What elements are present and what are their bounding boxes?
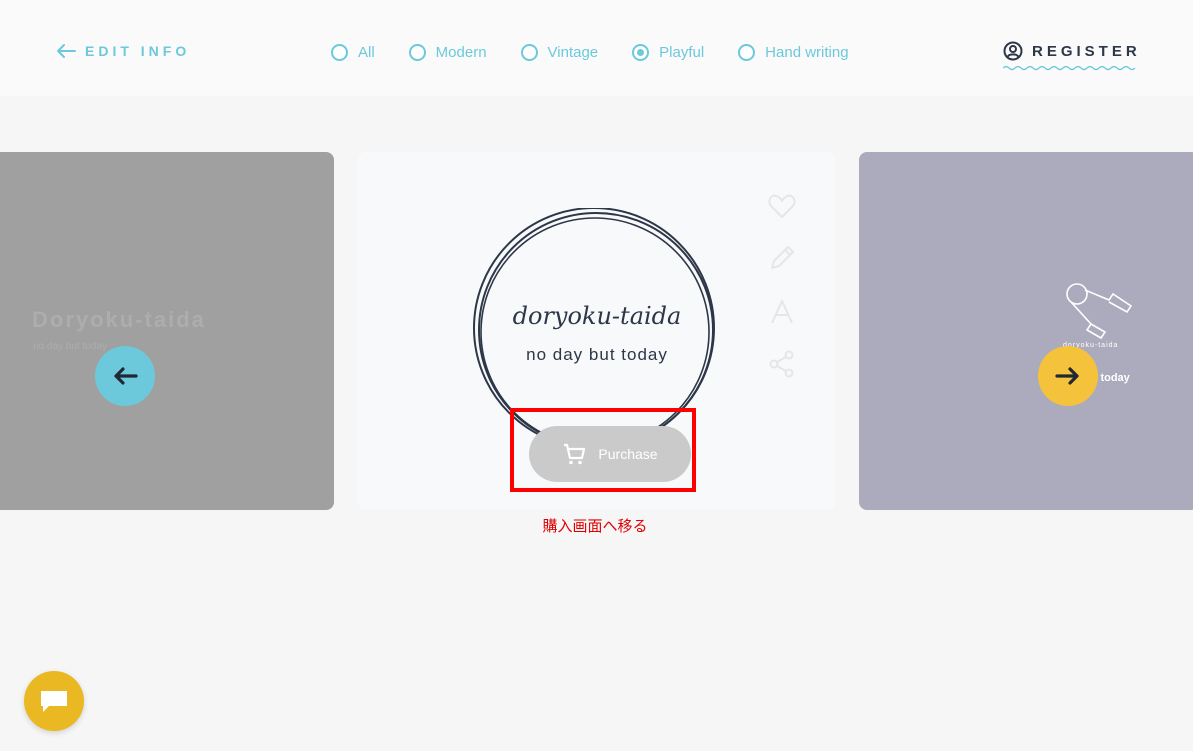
register-label: REGISTER bbox=[1032, 42, 1141, 60]
annotation-highlight-box bbox=[510, 408, 696, 492]
chat-button[interactable] bbox=[24, 671, 84, 731]
radio-all[interactable] bbox=[331, 43, 348, 61]
design-card-next[interactable]: doryoku-taida ut today bbox=[859, 152, 1193, 510]
stamp-subtitle: no day but today bbox=[526, 345, 668, 364]
edit-info-label: EDIT INFO bbox=[85, 43, 191, 59]
style-option-vintage[interactable]: Vintage bbox=[520, 43, 599, 61]
pencil-icon[interactable] bbox=[766, 242, 798, 274]
edit-info-link[interactable]: EDIT INFO bbox=[55, 40, 190, 62]
logo-graphic bbox=[0, 302, 12, 352]
previous-arrow-button[interactable] bbox=[95, 346, 155, 406]
radio-vintage[interactable] bbox=[520, 43, 538, 61]
stamp-title: doryoku-taida bbox=[512, 302, 682, 330]
radio-hand-writing[interactable] bbox=[738, 43, 756, 61]
style-option-label: Hand writing bbox=[765, 43, 849, 61]
style-option-hand-writing[interactable]: Hand writing bbox=[738, 43, 849, 61]
style-option-modern[interactable]: Modern bbox=[408, 43, 487, 61]
next-arrow-button[interactable] bbox=[1038, 346, 1098, 406]
style-option-label: Vintage bbox=[547, 43, 599, 61]
register-link[interactable]: REGISTER bbox=[1003, 40, 1141, 62]
arrow-left-icon bbox=[114, 367, 138, 385]
share-icon[interactable] bbox=[766, 348, 798, 380]
style-option-label: Playful bbox=[659, 43, 705, 61]
logo-graphic bbox=[1066, 283, 1133, 340]
arrow-left-icon bbox=[57, 44, 76, 58]
style-filter: All Modern Vintage Playful Hand writing bbox=[331, 40, 849, 64]
radio-playful[interactable] bbox=[632, 43, 650, 61]
card-title: Doryoku-taida bbox=[32, 307, 206, 332]
user-icon bbox=[1003, 41, 1023, 61]
arrow-right-icon bbox=[1055, 367, 1079, 385]
card-subtitle: no day but today bbox=[33, 341, 107, 352]
wave-underline bbox=[1003, 65, 1136, 71]
style-option-label: Modern bbox=[435, 43, 487, 61]
annotation-text: 購入画面へ移る bbox=[542, 518, 648, 535]
heart-icon[interactable] bbox=[766, 190, 798, 222]
radio-modern[interactable] bbox=[408, 43, 426, 61]
style-option-playful[interactable]: Playful bbox=[632, 43, 705, 61]
font-icon[interactable] bbox=[766, 296, 798, 328]
chat-icon bbox=[41, 691, 67, 712]
style-option-all[interactable]: All bbox=[331, 43, 375, 61]
top-header: EDIT INFO All Modern Vintage Playful Han… bbox=[0, 0, 1193, 96]
design-card-previous[interactable]: Doryoku-taida no day but today bbox=[0, 152, 334, 510]
style-option-label: All bbox=[358, 43, 375, 61]
